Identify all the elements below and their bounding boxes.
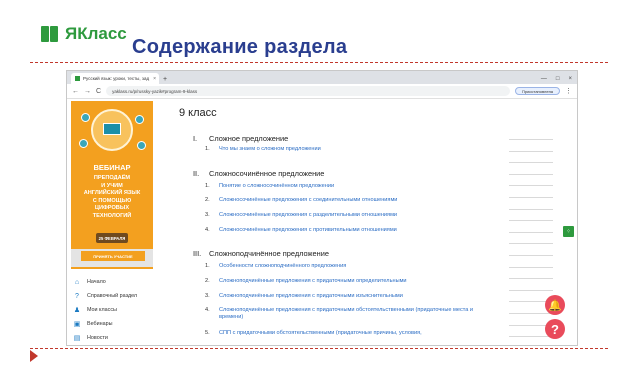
book-logo-icon	[41, 25, 59, 43]
page-title: 9 класс	[179, 107, 217, 119]
logo-text: ЯКласс	[65, 24, 127, 43]
section-heading: III. Сложноподчинённое предложение	[193, 249, 329, 258]
topic-link[interactable]: 4. Сложноподчинённые предложения с придат…	[205, 307, 495, 320]
help-icon: ?	[75, 292, 79, 300]
maximize-button[interactable]: □	[556, 76, 560, 82]
topic-link[interactable]: 1. Что мы знаем о сложном предложении	[205, 146, 495, 153]
decorative-lines	[509, 139, 553, 345]
browser-tab[interactable]: Русский язык: уроки, тесты, зад ×	[71, 73, 159, 84]
sidebar-item-label: Справочный раздел	[87, 293, 138, 299]
sidebar-item-help[interactable]: ? Справочный раздел	[73, 289, 159, 303]
address-bar-row: ← → C yaklass.ru/p/russky-yazik#program-…	[67, 84, 577, 99]
banner-date: 25 ФЕВРАЛЯ	[96, 233, 128, 243]
section-heading: II. Сложносочинённое предложение	[193, 169, 325, 178]
red-triangle-bullet-icon	[30, 350, 38, 362]
topic-link[interactable]: 3. Сложносочинённые предложения с раздели…	[205, 212, 495, 219]
camera-icon	[79, 139, 88, 148]
bottom-divider	[30, 348, 608, 349]
sidebar-nav: ⌂ Начало ? Справочный раздел ♟ Мои класс…	[73, 275, 159, 345]
webinar-illustration	[91, 109, 133, 151]
new-tab-button[interactable]: +	[163, 76, 167, 83]
minimize-button[interactable]: —	[541, 76, 547, 82]
people-icon: ♟	[73, 307, 81, 314]
home-icon: ⌂	[74, 278, 80, 286]
yaklass-logo: ЯКласс	[41, 20, 141, 48]
section-heading: I. Сложное предложение	[193, 134, 289, 143]
banner-text: ПРЕПОДАЁМ И УЧИМ АНГЛИЙСКИЙ ЯЗЫК С ПОМОЩ…	[83, 175, 141, 219]
tab-title: Русский язык: уроки, тесты, зад	[83, 76, 150, 81]
sidebar-item-classes[interactable]: ♟ Мои классы	[73, 303, 159, 317]
sidebar-item-label: Новости	[87, 335, 108, 341]
topic-link[interactable]: 1. Особенности сложноподчинённого предлож…	[205, 263, 495, 270]
presentation-slide: ЯКласс Содержание раздела Русский язык: …	[0, 0, 640, 376]
sidebar-item-label: Мои классы	[87, 307, 117, 313]
book-icon	[137, 141, 146, 150]
chat-bubble-icon	[81, 113, 90, 122]
join-webinar-button[interactable]: ПРИНЯТЬ УЧАСТИЕ	[81, 251, 145, 261]
sidebar-item-home[interactable]: ⌂ Начало	[73, 275, 159, 289]
banner-title: ВЕБИНАР	[93, 163, 131, 172]
top-divider	[30, 62, 608, 63]
sidebar: ВЕБИНАР ПРЕПОДАЁМ И УЧИМ АНГЛИЙСКИЙ ЯЗЫК…	[67, 99, 161, 345]
notification-bell-icon[interactable]: 🔔	[545, 295, 565, 315]
monitor-icon	[103, 123, 121, 135]
favicon-icon	[75, 76, 80, 81]
profile-status-pill[interactable]: Приостановлена	[514, 87, 560, 95]
slide-title: Содержание раздела	[132, 36, 348, 58]
topic-link[interactable]: 1. Понятие о сложносочинённом предложении	[205, 183, 495, 190]
sidebar-item-webinars[interactable]: ▣ Вебинары	[73, 317, 159, 331]
page-content: ВЕБИНАР ПРЕПОДАЁМ И УЧИМ АНГЛИЙСКИЙ ЯЗЫК…	[67, 99, 577, 345]
close-window-button[interactable]: ×	[568, 76, 572, 82]
browser-window: Русский язык: уроки, тесты, зад × + — □ …	[66, 70, 578, 346]
topic-link[interactable]: 3. Сложноподчинённые предложения с придат…	[205, 293, 495, 300]
main-content: 9 класс I. Сложное предложение 1. Что мы з…	[179, 99, 559, 345]
browser-menu-icon[interactable]: ⋮	[565, 87, 572, 95]
sidebar-item-label: Начало	[87, 279, 106, 285]
reload-button[interactable]: C	[96, 88, 101, 95]
topic-link[interactable]: 4. Сложносочинённые предложения с противи…	[205, 227, 495, 234]
help-button[interactable]: ?	[545, 319, 565, 339]
topic-link[interactable]: 2. Сложносочинённые предложения с соедини…	[205, 197, 495, 204]
news-icon: ▤	[73, 335, 81, 342]
sidebar-item-news[interactable]: ▤ Новости	[73, 331, 159, 345]
expand-widget-button[interactable]: ⁘	[563, 226, 574, 237]
webinar-banner[interactable]: ВЕБИНАР ПРЕПОДАЁМ И УЧИМ АНГЛИЙСКИЙ ЯЗЫК…	[71, 101, 153, 269]
forward-button[interactable]: →	[84, 88, 91, 95]
tab-bar: Русский язык: уроки, тесты, зад × + — □ …	[67, 71, 577, 84]
topic-link[interactable]: 2. Сложноподчинённые предложения с придат…	[205, 278, 495, 285]
sidebar-item-label: Вебинары	[87, 321, 113, 327]
back-button[interactable]: ←	[72, 88, 79, 95]
url-input[interactable]: yaklass.ru/p/russky-yazik#program-9-klas…	[106, 86, 510, 96]
tab-close-icon[interactable]: ×	[153, 76, 156, 82]
topic-link[interactable]: 5. СПП с придаточными обстоятельственными…	[205, 330, 495, 337]
webinar-icon: ▣	[73, 321, 81, 328]
globe-icon	[135, 115, 144, 124]
